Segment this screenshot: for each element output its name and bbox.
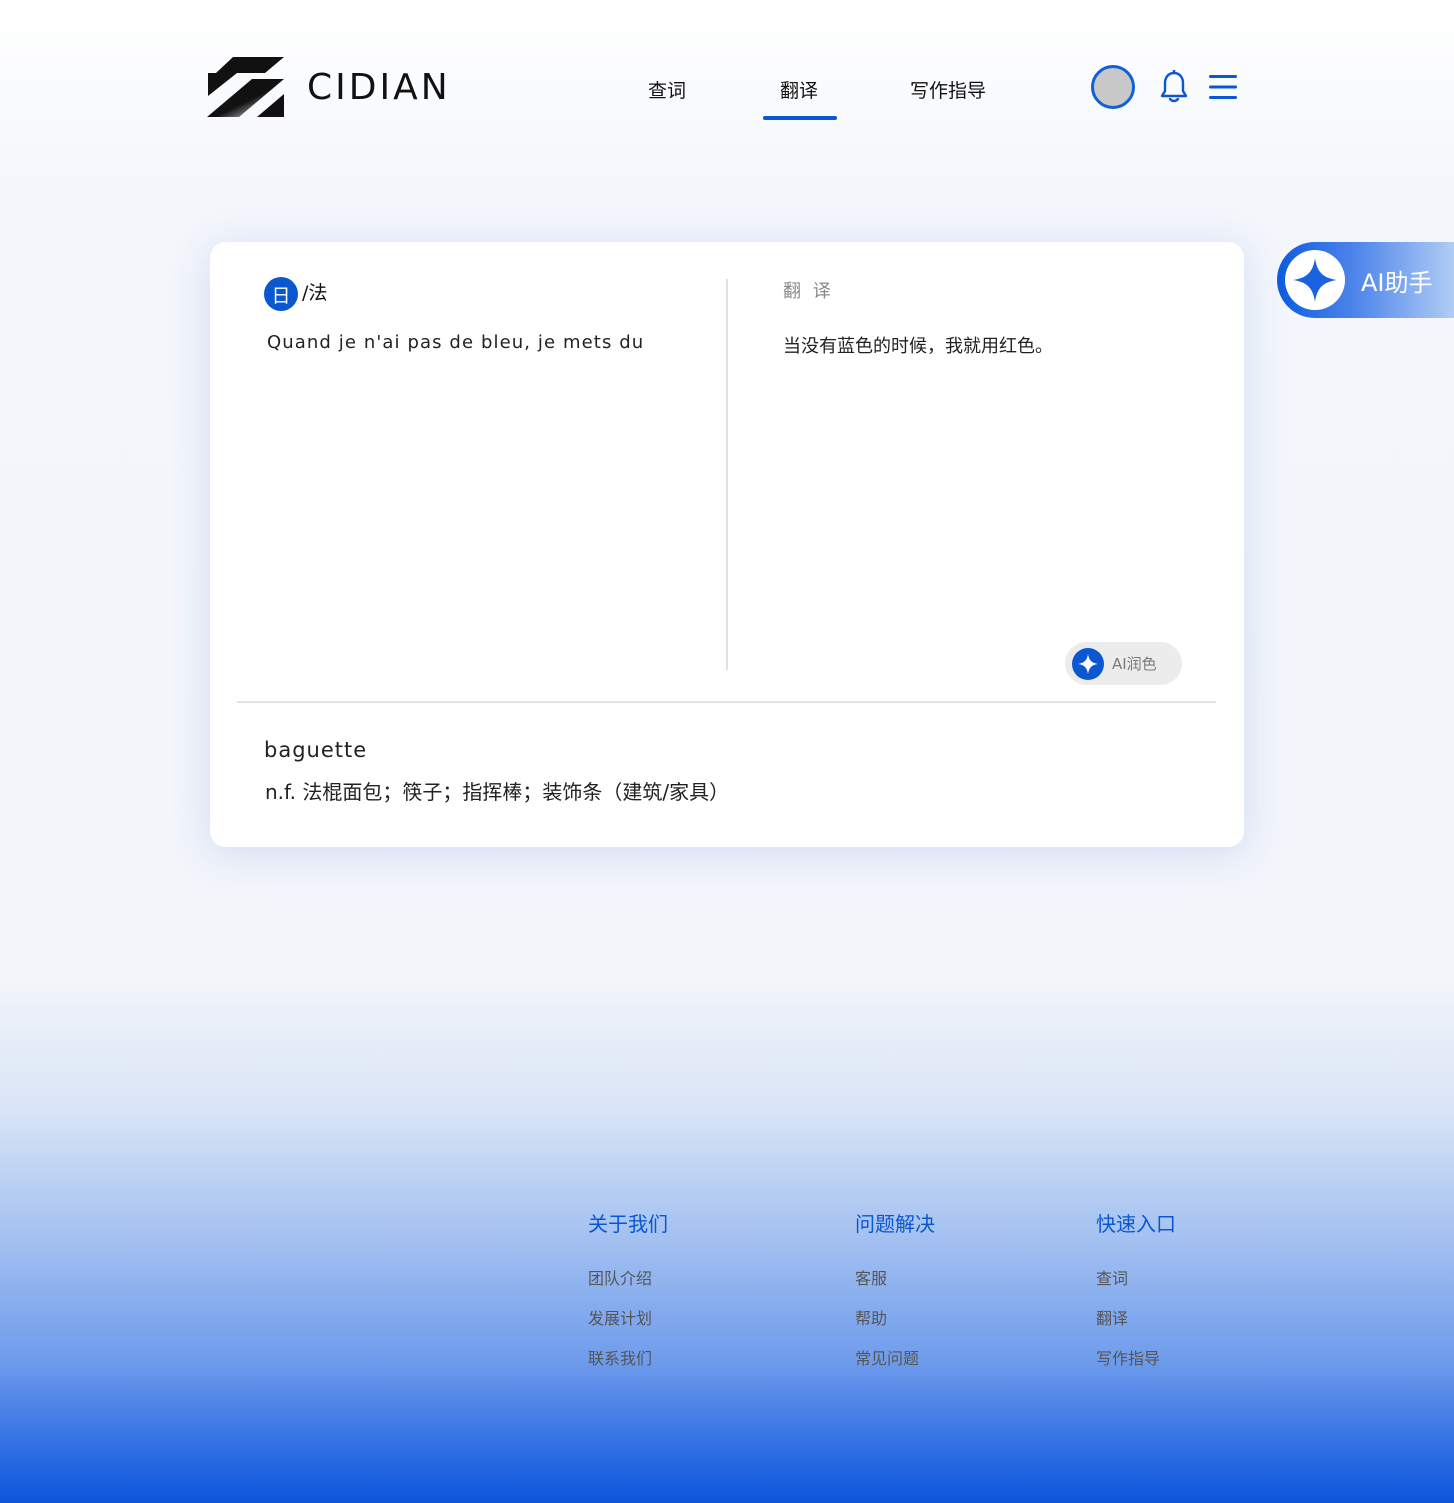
footer-title-about: 关于我们: [588, 1212, 668, 1236]
ai-polish-button[interactable]: AI润色: [1065, 642, 1182, 685]
bell-icon[interactable]: [1159, 69, 1189, 108]
target-language-label[interactable]: /法: [302, 278, 327, 305]
nav-item-lookup[interactable]: 查词: [648, 76, 686, 103]
brand-name: CIDIAN: [307, 66, 451, 108]
nav-item-writing-guide[interactable]: 写作指导: [910, 76, 986, 103]
ai-polish-label: AI润色: [1112, 655, 1157, 673]
footer-link-contact[interactable]: 联系我们: [588, 1345, 668, 1369]
footer-title-shortcuts: 快速入口: [1096, 1212, 1176, 1236]
footer-col-about: 关于我们 团队介绍 发展计划 联系我们: [588, 1208, 668, 1369]
avatar[interactable]: [1091, 65, 1135, 109]
source-text-input[interactable]: Quand je n'ai pas de bleu, je mets du: [267, 332, 687, 353]
ai-assistant-label: AI助手: [1361, 268, 1433, 297]
footer-col-shortcuts: 快速入口 查词 翻译 写作指导: [1096, 1208, 1176, 1369]
section-divider: [237, 701, 1216, 703]
footer-link-faq[interactable]: 常见问题: [855, 1345, 935, 1369]
brand-logo[interactable]: CIDIAN: [207, 56, 451, 118]
logo-mark-icon: [207, 57, 284, 117]
nav-active-indicator: [763, 116, 837, 120]
hamburger-menu-icon[interactable]: [1209, 74, 1237, 104]
footer-link-team[interactable]: 团队介绍: [588, 1265, 668, 1289]
footer-link-customer-service[interactable]: 客服: [855, 1265, 935, 1289]
ai-assistant-button[interactable]: AI助手: [1277, 242, 1454, 318]
footer-title-support: 问题解决: [855, 1212, 935, 1236]
translation-card: 日 /法 Quand je n'ai pas de bleu, je mets …: [210, 242, 1244, 847]
footer-link-roadmap[interactable]: 发展计划: [588, 1305, 668, 1329]
footer-link-lookup[interactable]: 查词: [1096, 1265, 1176, 1289]
footer-link-translate[interactable]: 翻译: [1096, 1305, 1176, 1329]
source-language-badge[interactable]: 日: [264, 277, 298, 311]
translation-output: 当没有蓝色的时候，我就用红色。: [783, 336, 1053, 357]
dictionary-word: baguette: [264, 738, 368, 762]
nav-item-translate[interactable]: 翻译: [780, 76, 818, 103]
translation-label: 翻 译: [783, 281, 834, 302]
sparkle-icon: [1072, 647, 1104, 680]
sparkle-icon: [1285, 250, 1345, 310]
footer-link-help[interactable]: 帮助: [855, 1305, 935, 1329]
footer-link-writing-guide[interactable]: 写作指导: [1096, 1345, 1176, 1369]
footer-col-support: 问题解决 客服 帮助 常见问题: [855, 1208, 935, 1369]
dictionary-definition: n.f. 法棍面包；筷子；指挥棒；装饰条（建筑/家具）: [265, 780, 730, 804]
panel-divider: [726, 279, 728, 670]
language-selector[interactable]: 日 /法: [264, 277, 327, 311]
